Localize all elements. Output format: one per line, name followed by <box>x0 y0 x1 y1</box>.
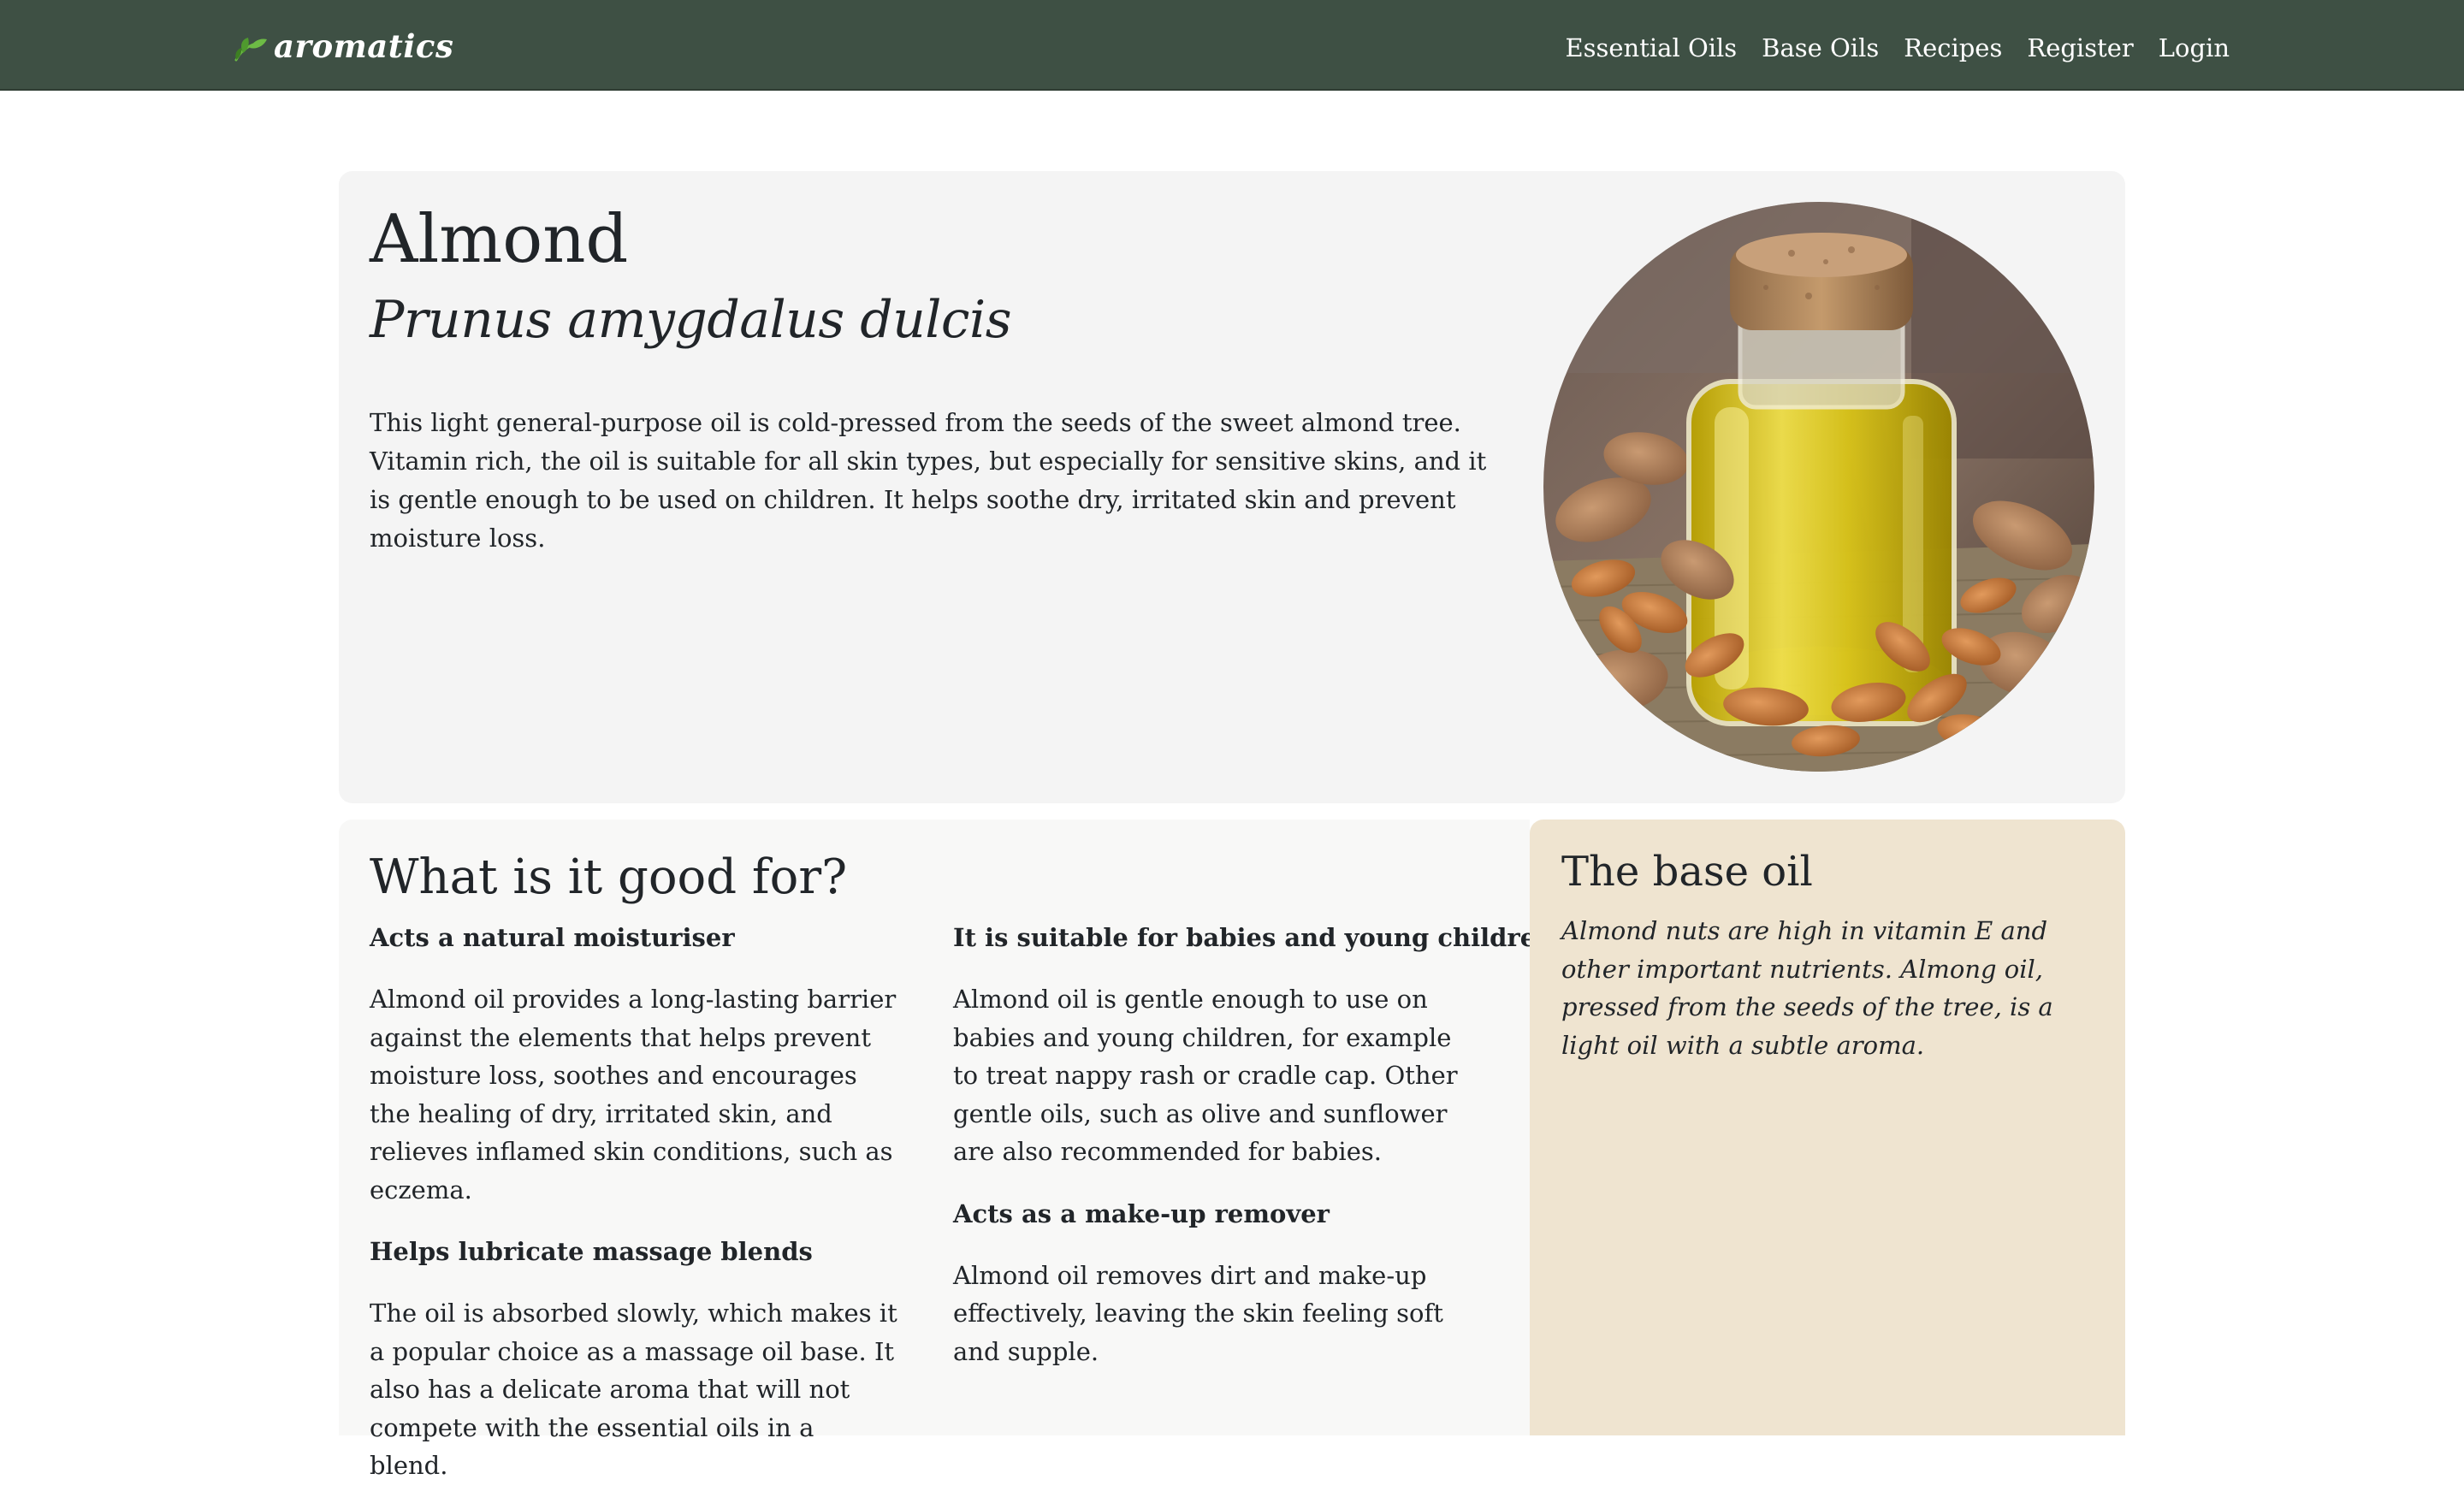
benefit-item: Acts as a make-up remover Almond oil rem… <box>953 1195 1484 1371</box>
base-oil-card: The base oil Almond nuts are high in vit… <box>1530 820 2125 1435</box>
oil-bottle-illustration <box>1543 202 2094 772</box>
botanical-name: Prunus amygdalus dulcis <box>370 290 1012 350</box>
benefit-heading: Acts as a make-up remover <box>953 1198 1330 1228</box>
benefits-section: What is it good for? Acts a natural mois… <box>339 820 1555 1480</box>
benefits-title: What is it good for? <box>370 849 848 905</box>
benefit-item: Acts a natural moisturiser Almond oil pr… <box>370 919 900 1209</box>
benefit-heading: Acts a natural moisturiser <box>370 923 735 952</box>
nav-link-essential-oils[interactable]: Essential Oils <box>1565 33 1737 62</box>
benefit-heading: It is suitable for babies and young chil… <box>953 923 1555 952</box>
brand-name: aromatics <box>274 27 454 65</box>
benefits-column-left: Acts a natural moisturiser Almond oil pr… <box>370 919 900 1509</box>
benefit-item: It is suitable for babies and young chil… <box>953 919 1555 1171</box>
benefit-item: Helps lubricate massage blends The oil i… <box>370 1233 900 1485</box>
benefit-heading: Helps lubricate massage blends <box>370 1237 813 1266</box>
nav-link-base-oils[interactable]: Base Oils <box>1762 33 1879 62</box>
benefits-column-right: It is suitable for babies and young chil… <box>953 919 1555 1394</box>
nav-link-recipes[interactable]: Recipes <box>1904 33 2002 62</box>
benefit-text: The oil is absorbed slowly, which makes … <box>370 1299 897 1480</box>
nav-link-register[interactable]: Register <box>2027 33 2133 62</box>
brand-link[interactable]: aromatics <box>231 21 453 72</box>
oil-hero-card: Almond Prunus amygdalus dulcis This ligh… <box>339 171 2125 803</box>
nav-links: Essential Oils Base Oils Recipes Registe… <box>1565 26 2230 70</box>
top-navbar: aromatics Essential Oils Base Oils Recip… <box>0 0 2464 91</box>
leaf-icon <box>234 38 267 62</box>
benefit-text: Almond oil removes dirt and make-up effe… <box>953 1260 1443 1366</box>
benefit-text: Almond oil provides a long-lasting barri… <box>370 985 897 1204</box>
nav-link-login[interactable]: Login <box>2159 33 2230 62</box>
base-oil-text: Almond nuts are high in vitamin E and ot… <box>1561 916 2053 1060</box>
benefit-text: Almond oil is gentle enough to use on ba… <box>953 985 1458 1166</box>
almond-oil-photo <box>1543 202 2094 772</box>
base-oil-title: The base oil <box>1561 848 1813 896</box>
oil-name: Almond <box>370 201 629 278</box>
oil-description: This light general-purpose oil is cold-p… <box>370 408 1487 553</box>
